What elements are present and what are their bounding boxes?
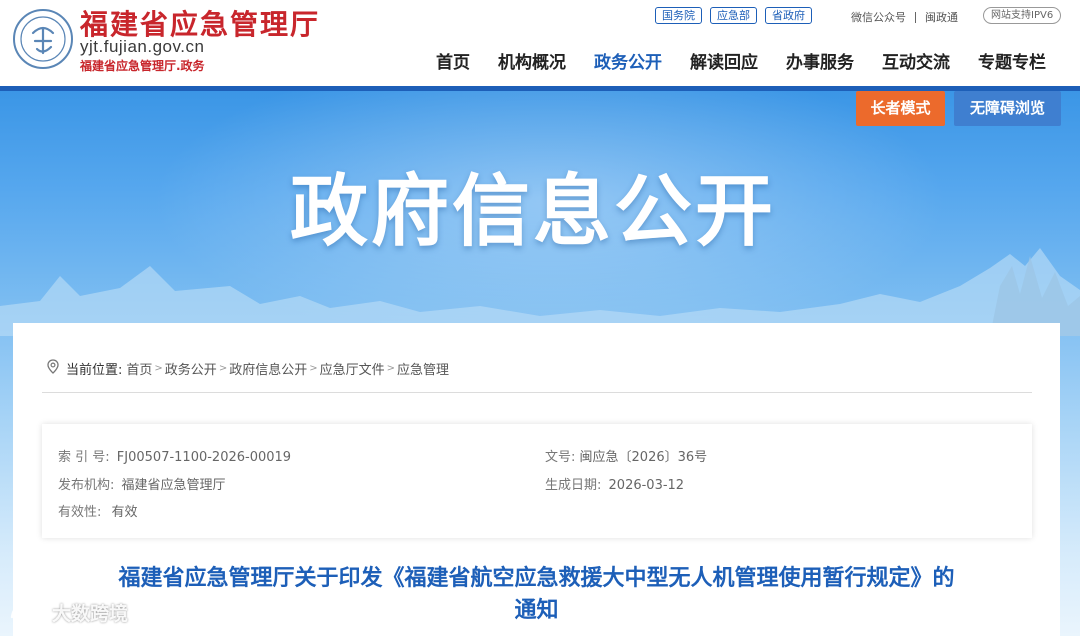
link-provincial-gov[interactable]: 省政府 xyxy=(765,7,812,24)
site-header: 福建省应急管理厅 yjt.fujian.gov.cn 福建省应急管理厅.政务 国… xyxy=(0,0,1080,86)
meta-validity-label: 有效性: xyxy=(58,505,102,520)
top-links: 国务院 应急部 省政府 xyxy=(655,7,812,25)
elder-mode-button[interactable]: 长者模式 xyxy=(856,91,945,126)
nav-interaction[interactable]: 互动交流 xyxy=(882,48,950,73)
wechat-link[interactable]: 微信公众号 xyxy=(851,9,906,25)
link-emergency-ministry[interactable]: 应急部 xyxy=(710,7,757,24)
breadcrumb-label: 当前位置: xyxy=(66,363,123,378)
watermark-text: 大数跨境 xyxy=(52,603,129,625)
site-subtitle: 福建省应急管理厅.政务 xyxy=(80,59,205,73)
document-title: 福建省应急管理厅关于印发《福建省航空应急救援大中型无人机管理使用暂行规定》的 通… xyxy=(13,563,1060,627)
watermark: 大数跨境 xyxy=(8,599,128,626)
meta-doc-no-value: 闽应急〔2026〕36号 xyxy=(579,450,708,465)
meta-validity: 有效性: 有效 xyxy=(58,501,138,520)
banner-title: 政府信息公开 xyxy=(290,167,777,257)
nav-services[interactable]: 办事服务 xyxy=(786,48,854,73)
site-domain: yjt.fujian.gov.cn xyxy=(80,37,205,56)
nav-interpretation[interactable]: 解读回应 xyxy=(690,48,758,73)
breadcrumb-gov-info[interactable]: 政府信息公开 xyxy=(229,359,307,378)
nav-about[interactable]: 机构概况 xyxy=(498,48,566,73)
breadcrumb-dept-files[interactable]: 应急厅文件 xyxy=(320,359,385,378)
breadcrumb-separator-icon: > xyxy=(386,363,396,374)
meta-validity-value: 有效 xyxy=(111,505,138,520)
meta-date-value: 2026-03-12 xyxy=(608,478,685,493)
nav-government-affairs[interactable]: 政务公开 xyxy=(594,48,662,73)
meta-publisher: 发布机构: 福建省应急管理厅 xyxy=(58,474,226,493)
utility-divider xyxy=(915,11,916,23)
accessibility-button[interactable]: 无障碍浏览 xyxy=(954,91,1061,126)
breadcrumb-separator-icon: > xyxy=(309,363,318,374)
meta-publisher-label: 发布机构: xyxy=(58,478,115,493)
meta-doc-no: 文号: 闽应急〔2026〕36号 xyxy=(545,446,707,465)
content-panel: 当前位置: 首页 > 政务公开 > 政府信息公开 > 应急厅文件 > 应急管理 … xyxy=(13,323,1060,636)
main-nav: 首页 机构概况 政务公开 解读回应 办事服务 互动交流 专题专栏 xyxy=(436,48,1046,73)
meta-date: 生成日期: 2026-03-12 xyxy=(545,474,684,493)
top-utility-links: 微信公众号 闽政通 xyxy=(851,9,958,25)
watermark-logo-icon xyxy=(10,604,43,621)
breadcrumb: 当前位置: 首页 > 政务公开 > 政府信息公开 > 应急厅文件 > 应急管理 xyxy=(46,359,449,378)
breadcrumb-separator-icon: > xyxy=(218,363,228,374)
meta-publisher-value: 福建省应急管理厅 xyxy=(121,478,226,493)
nav-topics[interactable]: 专题专栏 xyxy=(978,48,1046,73)
meta-index: 索 引 号: FJ00507-1100-2026-00019 xyxy=(58,446,291,465)
meta-doc-no-label: 文号: xyxy=(545,450,576,465)
ipv6-badge: 网站支持IPV6 xyxy=(983,7,1062,24)
meta-index-label: 索 引 号: xyxy=(58,450,110,465)
document-metadata: 索 引 号: FJ00507-1100-2026-00019 文号: 闽应急〔2… xyxy=(42,424,1032,538)
breadcrumb-separator-icon: > xyxy=(154,363,163,374)
nav-home[interactable]: 首页 xyxy=(436,48,470,73)
breadcrumb-divider xyxy=(42,392,1032,393)
minzhengtong-link[interactable]: 闽政通 xyxy=(925,9,958,25)
document-title-line2: 通知 xyxy=(514,598,559,623)
document-title-line1: 福建省应急管理厅关于印发《福建省航空应急救援大中型无人机管理使用暂行规定》的 xyxy=(118,566,955,591)
meta-date-label: 生成日期: xyxy=(545,478,602,493)
location-pin-icon xyxy=(46,359,60,378)
breadcrumb-gov-affairs[interactable]: 政务公开 xyxy=(165,359,217,378)
meta-index-value: FJ00507-1100-2026-00019 xyxy=(116,450,292,465)
site-logo-emblem-icon[interactable] xyxy=(13,9,73,69)
breadcrumb-home[interactable]: 首页 xyxy=(126,359,152,378)
breadcrumb-emergency-mgmt[interactable]: 应急管理 xyxy=(397,359,449,378)
link-state-council[interactable]: 国务院 xyxy=(655,7,702,24)
